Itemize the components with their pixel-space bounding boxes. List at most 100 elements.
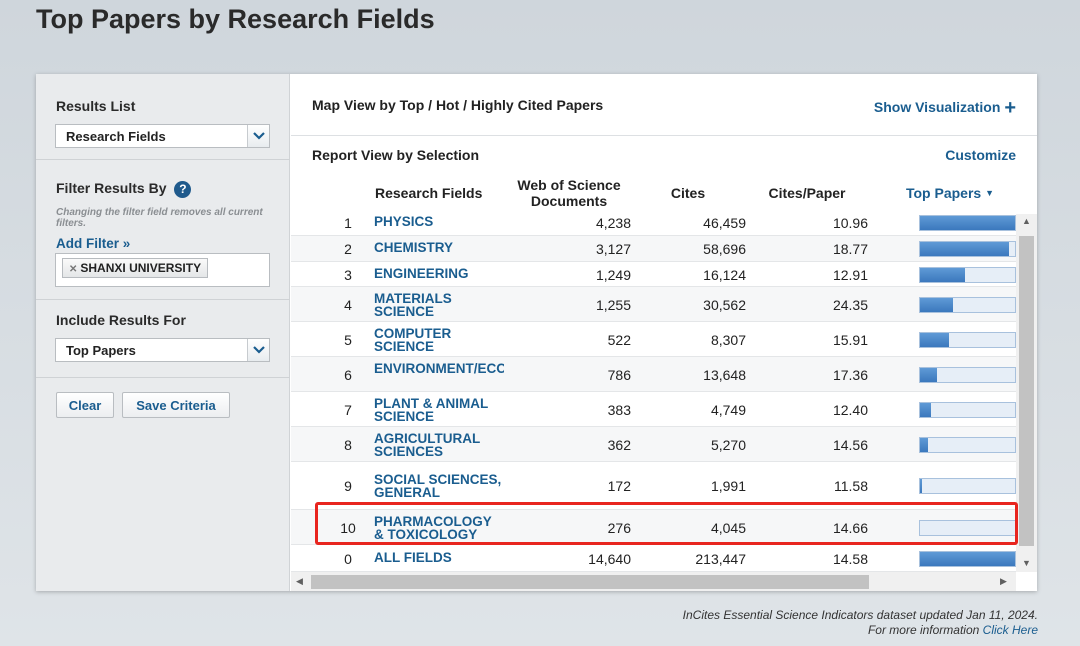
include-label: Include Results For bbox=[56, 312, 186, 328]
row-field-link[interactable]: SOCIAL SCIENCES, GENERAL bbox=[374, 473, 504, 499]
top-papers-bar-fill bbox=[920, 268, 965, 282]
row-cites-per-paper: 12.91 bbox=[832, 267, 868, 283]
customize-link[interactable]: Customize bbox=[945, 147, 1016, 163]
help-icon[interactable]: ? bbox=[174, 180, 192, 198]
row-field-link[interactable]: ALL FIELDS bbox=[374, 551, 504, 564]
top-papers-label: Top Papers bbox=[905, 185, 982, 201]
top-papers-bar-fill bbox=[920, 438, 928, 452]
save-criteria-button[interactable]: Save Criteria bbox=[122, 392, 230, 418]
report-view-bar: Report View by Selection Customize bbox=[291, 136, 1037, 174]
table-row[interactable]: 2 CHEMISTRY 3,127 58,696 18.77 bbox=[291, 236, 1016, 262]
row-field-link[interactable]: COMPUTER SCIENCE bbox=[374, 327, 504, 353]
row-rank: 9 bbox=[344, 478, 352, 494]
top-papers-bar bbox=[919, 402, 1016, 418]
row-cites: 58,696 bbox=[703, 241, 746, 257]
remove-icon[interactable]: ✕ bbox=[69, 264, 77, 275]
vertical-scroll-thumb[interactable] bbox=[1019, 236, 1034, 546]
column-header-field[interactable]: Research Fields bbox=[375, 185, 482, 201]
vertical-scrollbar[interactable]: ▲ ▼ bbox=[1016, 214, 1037, 572]
horizontal-scroll-thumb[interactable] bbox=[311, 575, 869, 589]
chevron-down-icon[interactable] bbox=[247, 125, 269, 147]
map-view-title: Map View by Top / Hot / Highly Cited Pap… bbox=[312, 97, 604, 113]
show-visualization-button[interactable]: Show Visualization + bbox=[874, 97, 1016, 120]
include-select[interactable]: Top Papers bbox=[55, 338, 270, 362]
include-section: Include Results For Top Papers bbox=[36, 300, 290, 378]
row-field-link[interactable]: AGRICULTURAL SCIENCES bbox=[374, 432, 504, 458]
table-row[interactable]: 0 ALL FIELDS 14,640 213,447 14.58 bbox=[291, 545, 1016, 572]
row-docs: 1,255 bbox=[595, 297, 631, 313]
filter-label: Filter Results By ? bbox=[56, 180, 192, 198]
row-field-link[interactable]: PLANT & ANIMAL SCIENCE bbox=[374, 397, 504, 423]
filter-label-text: Filter Results By bbox=[56, 180, 167, 196]
table-row[interactable]: 8 AGRICULTURAL SCIENCES 362 5,270 14.56 bbox=[291, 427, 1016, 462]
row-docs: 362 bbox=[607, 437, 631, 453]
row-rank: 8 bbox=[344, 437, 352, 453]
row-cites: 13,648 bbox=[703, 367, 746, 383]
row-field-link[interactable]: PHYSICS bbox=[374, 215, 504, 228]
clear-button[interactable]: Clear bbox=[56, 392, 114, 418]
click-here-link[interactable]: Click Here bbox=[983, 623, 1038, 637]
top-papers-bar bbox=[919, 367, 1016, 383]
top-papers-bar-fill bbox=[920, 552, 1015, 566]
filter-chip[interactable]: ✕ SHANXI UNIVERSITY bbox=[62, 258, 209, 278]
row-cites: 5,270 bbox=[710, 437, 746, 453]
top-papers-bar-fill bbox=[920, 333, 949, 347]
top-papers-bar bbox=[919, 297, 1016, 313]
footer: InCites Essential Science Indicators dat… bbox=[683, 608, 1038, 638]
top-papers-bar bbox=[919, 267, 1016, 283]
filter-chip-box: ✕ SHANXI UNIVERSITY bbox=[55, 253, 270, 287]
row-cites-per-paper: 12.40 bbox=[832, 402, 868, 418]
row-field-link[interactable]: CHEMISTRY bbox=[374, 241, 504, 254]
row-cites-per-paper: 18.77 bbox=[832, 241, 868, 257]
row-rank: 4 bbox=[344, 297, 352, 313]
filter-hint: Changing the filter field removes all cu… bbox=[56, 207, 263, 229]
top-papers-bar bbox=[919, 478, 1016, 494]
column-header-cites[interactable]: Cites bbox=[663, 185, 713, 201]
plus-icon: + bbox=[1004, 97, 1016, 119]
filter-section: Filter Results By ? Changing the filter … bbox=[36, 160, 290, 300]
scroll-right-icon[interactable]: ▶ bbox=[1000, 576, 1007, 587]
table-header: Research Fields Web of Science Documents… bbox=[291, 174, 1037, 214]
column-header-cites-per-paper[interactable]: Cites/Paper bbox=[759, 185, 855, 201]
column-header-docs[interactable]: Web of Science Documents bbox=[509, 177, 629, 209]
more-info-line: For more information Click Here bbox=[683, 623, 1038, 638]
row-docs: 172 bbox=[607, 478, 631, 494]
row-rank: 5 bbox=[344, 332, 352, 348]
table-row[interactable]: 3 ENGINEERING 1,249 16,124 12.91 bbox=[291, 262, 1016, 287]
row-field-link[interactable]: ENVIRONMENT/ECOLOGY bbox=[374, 362, 504, 375]
row-cites: 213,447 bbox=[695, 551, 746, 567]
row-cites-per-paper: 11.58 bbox=[834, 478, 868, 494]
scroll-down-icon[interactable]: ▼ bbox=[1022, 558, 1031, 568]
row-docs: 4,238 bbox=[595, 215, 631, 231]
column-header-top-papers[interactable]: Top Papers ▼ bbox=[895, 185, 1005, 201]
scroll-up-icon[interactable]: ▲ bbox=[1022, 216, 1031, 226]
row-cites-per-paper: 14.56 bbox=[832, 437, 868, 453]
filter-chip-label: SHANXI UNIVERSITY bbox=[80, 261, 202, 275]
horizontal-scrollbar[interactable]: ◀ ▶ bbox=[291, 572, 1016, 591]
row-rank: 7 bbox=[344, 402, 352, 418]
row-cites: 8,307 bbox=[710, 332, 746, 348]
add-filter-link[interactable]: Add Filter » bbox=[56, 236, 130, 251]
show-visualization-label: Show Visualization bbox=[873, 99, 1001, 115]
table-row[interactable]: 6 ENVIRONMENT/ECOLOGY 786 13,648 17.36 bbox=[291, 357, 1016, 392]
top-papers-bar bbox=[919, 437, 1016, 453]
top-papers-bar bbox=[919, 332, 1016, 348]
table-row[interactable]: 5 COMPUTER SCIENCE 522 8,307 15.91 bbox=[291, 322, 1016, 357]
results-list-value: Research Fields bbox=[66, 129, 166, 144]
scroll-left-icon[interactable]: ◀ bbox=[296, 576, 303, 587]
table-row[interactable]: 4 MATERIALS SCIENCE 1,255 30,562 24.35 bbox=[291, 287, 1016, 322]
top-papers-bar-fill bbox=[920, 479, 922, 493]
top-papers-bar-fill bbox=[920, 403, 931, 417]
row-field-link[interactable]: MATERIALS SCIENCE bbox=[374, 292, 504, 318]
results-list-select[interactable]: Research Fields bbox=[55, 124, 270, 148]
chevron-down-icon[interactable] bbox=[247, 339, 269, 361]
row-docs: 383 bbox=[607, 402, 631, 418]
row-field-link[interactable]: ENGINEERING bbox=[374, 267, 504, 280]
row-cites: 46,459 bbox=[703, 215, 746, 231]
row-docs: 786 bbox=[607, 367, 631, 383]
table-row[interactable]: 7 PLANT & ANIMAL SCIENCE 383 4,749 12.40 bbox=[291, 392, 1016, 427]
row-cites-per-paper: 15.91 bbox=[832, 332, 868, 348]
table-row[interactable]: 1 PHYSICS 4,238 46,459 10.96 bbox=[291, 214, 1016, 236]
sidebar: Results List Research Fields Filter Resu… bbox=[36, 74, 290, 591]
map-view-bar: Map View by Top / Hot / Highly Cited Pap… bbox=[291, 74, 1037, 136]
